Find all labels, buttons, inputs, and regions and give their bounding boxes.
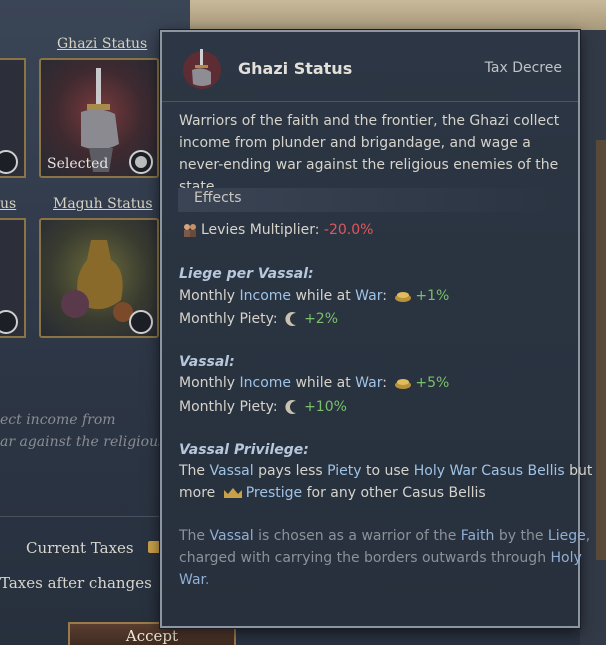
piety-crescent-icon <box>285 400 297 414</box>
levies-value: -20.0% <box>323 222 374 238</box>
partial-card-bottom[interactable] <box>0 218 26 338</box>
tooltip-title: Ghazi Status <box>238 59 353 78</box>
liege-piety-line: Monthly Piety: +2% <box>179 311 338 327</box>
liege-war-link[interactable]: War <box>355 288 382 304</box>
card-title-ghazi[interactable]: Ghazi Status <box>57 36 147 52</box>
privilege-pays-less: pays less <box>253 463 328 479</box>
flavor-mid1: is chosen as a warrior of the <box>253 528 461 544</box>
flavor-comma: , <box>585 528 591 544</box>
card-radio-partial-top[interactable] <box>0 150 18 174</box>
liege-piety-value: +2% <box>304 311 339 327</box>
gold-icon <box>395 292 412 302</box>
flavor-line-1: The Vassal is chosen as a warrior of the… <box>179 528 590 544</box>
privilege-vassal-link[interactable]: Vassal <box>210 463 254 479</box>
liege-income-post: while at <box>291 288 356 304</box>
background-description-line-1: ect income from <box>0 412 116 428</box>
liege-income-link[interactable]: Income <box>240 288 292 304</box>
colon: : <box>382 288 387 304</box>
current-taxes-label: Current Taxes <box>26 539 134 557</box>
levies-label: Levies Multiplier: <box>201 222 320 238</box>
levies-icon <box>184 224 196 237</box>
ghazi-status-tooltip: Ghazi Status Tax Decree Warriors of the … <box>160 30 592 628</box>
liege-income-pre: Monthly <box>179 288 240 304</box>
vassal-piety-line: Monthly Piety: +10% <box>179 399 347 415</box>
vassal-piety-value: +10% <box>304 399 347 415</box>
flavor-line2-text: charged with carrying the borders outwar… <box>179 550 551 566</box>
privilege-more: more <box>179 485 220 501</box>
right-decor-strip <box>596 140 606 560</box>
tooltip-type: Tax Decree <box>484 60 562 76</box>
privilege-to-use: to use <box>361 463 414 479</box>
privilege-line-2: more Prestige for any other Casus Bellis <box>179 485 486 501</box>
liege-piety-label: Monthly Piety: <box>179 311 278 327</box>
flavor-line-2: charged with carrying the borders outwar… <box>179 550 582 566</box>
flavor-war-link[interactable]: War <box>179 572 205 588</box>
vassal-piety-label: Monthly Piety: <box>179 399 278 415</box>
vassal-income-value: +5% <box>415 375 450 391</box>
card-radio-partial-bottom[interactable] <box>0 310 18 334</box>
vassal-income-link[interactable]: Income <box>240 375 292 391</box>
privilege-rest: for any other Casus Bellis <box>302 485 486 501</box>
maguh-status-card[interactable] <box>39 218 159 338</box>
privilege-the: The <box>179 463 210 479</box>
flavor-faith-link[interactable]: Faith <box>461 528 495 544</box>
flavor-the: The <box>179 528 210 544</box>
prestige-crown-icon <box>223 488 242 498</box>
vassal-income-line: Monthly Income while at War: +5% <box>179 375 449 391</box>
ghazi-radio-selected[interactable] <box>129 150 153 174</box>
selected-label: Selected <box>47 156 109 172</box>
vassal-heading: Vassal: <box>179 354 235 370</box>
tooltip-header: Ghazi Status Tax Decree <box>162 32 578 102</box>
flavor-holy-link[interactable]: Holy <box>551 550 582 566</box>
piety-crescent-icon <box>285 312 297 326</box>
flavor-line-3: War. <box>179 572 209 588</box>
flavor-end: . <box>205 572 210 588</box>
privilege-line-1: The Vassal pays less Piety to use Holy W… <box>179 463 592 479</box>
effects-header: Effects <box>178 188 564 212</box>
privilege-heading: Vassal Privilege: <box>179 442 309 458</box>
privilege-prestige-link[interactable]: Prestige <box>246 485 302 501</box>
ghazi-status-card[interactable]: Selected <box>39 58 159 178</box>
privilege-piety-link[interactable]: Piety <box>327 463 361 479</box>
tooltip-description: Warriors of the faith and the frontier, … <box>179 113 560 195</box>
parchment-header <box>190 0 606 30</box>
flavor-liege-link[interactable]: Liege <box>548 528 586 544</box>
vassal-income-pre: Monthly <box>179 375 240 391</box>
levies-multiplier-line: Levies Multiplier: -20.0% <box>179 222 373 238</box>
flavor-vassal-link[interactable]: Vassal <box>210 528 254 544</box>
divider <box>0 516 160 517</box>
effects-label: Effects <box>194 190 242 206</box>
maguh-radio[interactable] <box>129 310 153 334</box>
partial-card-top[interactable] <box>0 58 26 178</box>
card-title-partial-bottom[interactable]: us <box>0 196 16 212</box>
gold-icon <box>395 379 412 389</box>
background-description-line-2: ar against the religious <box>0 434 166 450</box>
vassal-income-post: while at <box>291 375 356 391</box>
gold-coin-icon <box>148 541 160 553</box>
vassal-war-link[interactable]: War <box>355 375 382 391</box>
liege-income-line: Monthly Income while at War: +1% <box>179 288 449 304</box>
privilege-holy-war-link[interactable]: Holy War Casus Bellis <box>414 463 565 479</box>
liege-income-value: +1% <box>415 288 450 304</box>
card-title-maguh[interactable]: Maguh Status <box>53 196 153 212</box>
flavor-mid2: by the <box>494 528 548 544</box>
privilege-but: but <box>564 463 593 479</box>
colon: : <box>382 375 387 391</box>
liege-heading: Liege per Vassal: <box>179 266 314 282</box>
ghazi-hand-dagger-icon <box>183 49 221 89</box>
taxes-after-changes-label: Taxes after changes <box>0 574 152 592</box>
